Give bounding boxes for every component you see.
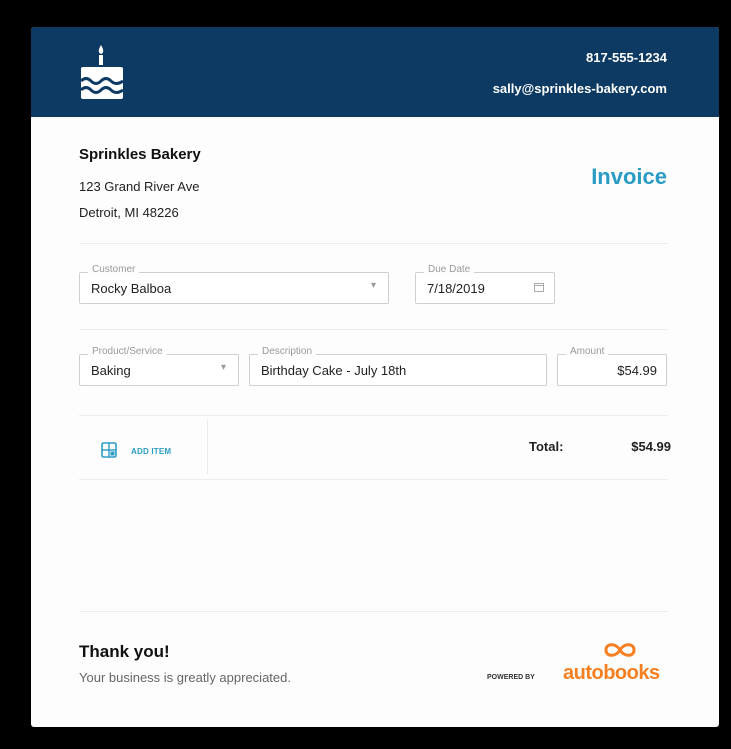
divider [79,329,667,330]
customer-label: Customer [88,264,140,275]
amount-input[interactable]: Amount $54.99 [557,346,667,386]
add-item-icon [101,442,117,458]
calendar-icon[interactable] [534,282,544,292]
header-phone: 817-555-1234 [586,50,667,65]
description-label: Description [258,346,317,357]
cake-icon [79,45,124,99]
autobooks-logo-icon [604,643,636,657]
powered-by-label: POWERED BY [487,674,535,681]
divider [79,415,667,416]
invoice-title: Invoice [591,164,667,189]
invoice-header: 817-555-1234 sally@sprinkles-bakery.com [31,27,719,117]
due-date-label: Due Date [424,264,475,275]
total-label: Total: [529,439,564,454]
invoice-card: 817-555-1234 sally@sprinkles-bakery.com … [31,27,719,727]
company-name: Sprinkles Bakery [79,146,201,163]
product-select[interactable]: Product/Service Baking ▾ [79,346,239,386]
description-input[interactable]: Description Birthday Cake - July 18th [249,346,547,386]
amount-label: Amount [566,346,609,357]
total-value: $54.99 [631,439,671,454]
description-value: Birthday Cake - July 18th [261,363,407,378]
customer-value: Rocky Balboa [91,281,172,296]
divider [79,611,667,612]
add-item-button[interactable]: ADD ITEM [79,420,208,474]
customer-select[interactable]: Customer Rocky Balboa ▾ [79,264,389,304]
header-email: sally@sprinkles-bakery.com [492,81,667,96]
product-label: Product/Service [88,346,167,357]
add-item-label: ADD ITEM [131,447,172,456]
chevron-down-icon: ▾ [370,280,376,291]
due-date-value: 7/18/2019 [427,281,485,296]
due-date-field[interactable]: Due Date 7/18/2019 [415,264,555,304]
thank-you-heading: Thank you! [79,642,170,661]
divider [79,243,667,244]
amount-value: $54.99 [617,363,657,378]
product-value: Baking [91,363,131,378]
thank-you-message: Your business is greatly appreciated. [79,670,291,685]
chevron-down-icon: ▾ [220,362,226,373]
company-address-line1: 123 Grand River Ave [79,179,200,194]
company-address-line2: Detroit, MI 48226 [79,205,179,220]
autobooks-wordmark: autobooks [563,662,660,684]
divider [79,479,667,480]
